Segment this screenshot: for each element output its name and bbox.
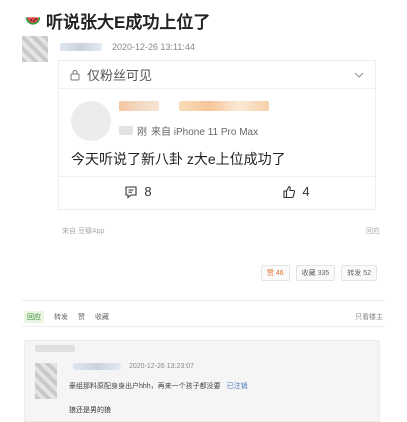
thread-title: 听说张大E成功上位了: [24, 8, 210, 33]
comment-icon: [125, 185, 137, 199]
blurred-header: [35, 345, 75, 352]
like-action[interactable]: 4: [282, 184, 310, 199]
reply-button[interactable]: 回应: [24, 311, 44, 323]
reply-quote-author[interactable]: 已注销: [227, 381, 248, 391]
reply-item: 2020-12-26 13:23:07 豪组那料原配身身出户hhh，再来一个孩子…: [24, 340, 380, 422]
only-op-link[interactable]: 只看楼主: [355, 312, 383, 322]
visibility-bar: 仅粉丝可见: [59, 61, 375, 89]
reply-quote: 豪组那料原配身身出户hhh，再来一个孩子都没要 已注销: [69, 381, 248, 391]
weibo-meta: 刚 来自 iPhone 11 Pro Max: [119, 123, 258, 138]
thread-title-text: 听说张大E成功上位了: [46, 13, 211, 32]
reply-quote-text: 豪组那料原配身身出户hhh，再来一个孩子都没要: [69, 383, 221, 390]
weibo-avatar[interactable]: [71, 101, 111, 141]
lock-icon: [70, 69, 80, 80]
like-pill[interactable]: 赞 46: [260, 265, 290, 281]
op-avatar[interactable]: [22, 36, 48, 62]
reply-meta: 2020-12-26 13:23:07: [73, 363, 194, 370]
collect-button[interactable]: 收藏: [95, 312, 109, 322]
visibility-label: 仅粉丝可见: [87, 68, 153, 83]
reply-timestamp: 2020-12-26 13:23:07: [129, 363, 194, 370]
op-timestamp: 2020-12-26 13:11:44: [112, 42, 195, 52]
weibo-device: 来自 iPhone 11 Pro Max: [151, 127, 259, 138]
like-count: 4: [302, 184, 310, 199]
reply-text: 狼还是男的狼: [69, 407, 111, 414]
comment-action[interactable]: 8: [124, 184, 152, 199]
section-divider-2: [22, 326, 385, 327]
blurred-username-a: [119, 101, 159, 111]
blurred-username-b: [179, 101, 269, 111]
source-label: 来自 豆瓣App: [62, 228, 105, 235]
like-button[interactable]: 赞: [78, 312, 85, 322]
reply-avatar[interactable]: [35, 363, 57, 399]
post-stats: 赞 46 收藏 335 转发 52: [260, 265, 377, 281]
section-divider: [22, 300, 385, 301]
report-link[interactable]: 回应: [366, 226, 380, 236]
weibo-post-text: 今天听说了新八卦 z大e上位成功了: [71, 151, 286, 167]
reply-toolbar: 回应 转发 赞 收藏 只看楼主: [24, 311, 383, 323]
blurred-time: [119, 126, 133, 135]
weibo-screenshot-card: 仅粉丝可见 刚 来自 iPhone 11 Pro Max 今天听说了新八卦 z大…: [58, 60, 376, 210]
share-pill[interactable]: 转发 52: [341, 265, 377, 281]
weibo-actions: 8 4: [59, 176, 375, 206]
weibo-time-suffix: 刚: [137, 127, 147, 138]
repost-button[interactable]: 转发: [54, 312, 68, 322]
chevron-down-icon[interactable]: [353, 69, 365, 81]
comment-count: 8: [144, 184, 152, 199]
collect-pill[interactable]: 收藏 335: [295, 265, 336, 281]
watermelon-icon: [25, 16, 41, 25]
op-post-meta: 2020-12-26 13:11:44: [60, 42, 195, 52]
reply-username-blurred[interactable]: [73, 363, 121, 370]
thumbs-up-icon: [283, 185, 296, 198]
op-username-blurred[interactable]: [60, 43, 102, 51]
